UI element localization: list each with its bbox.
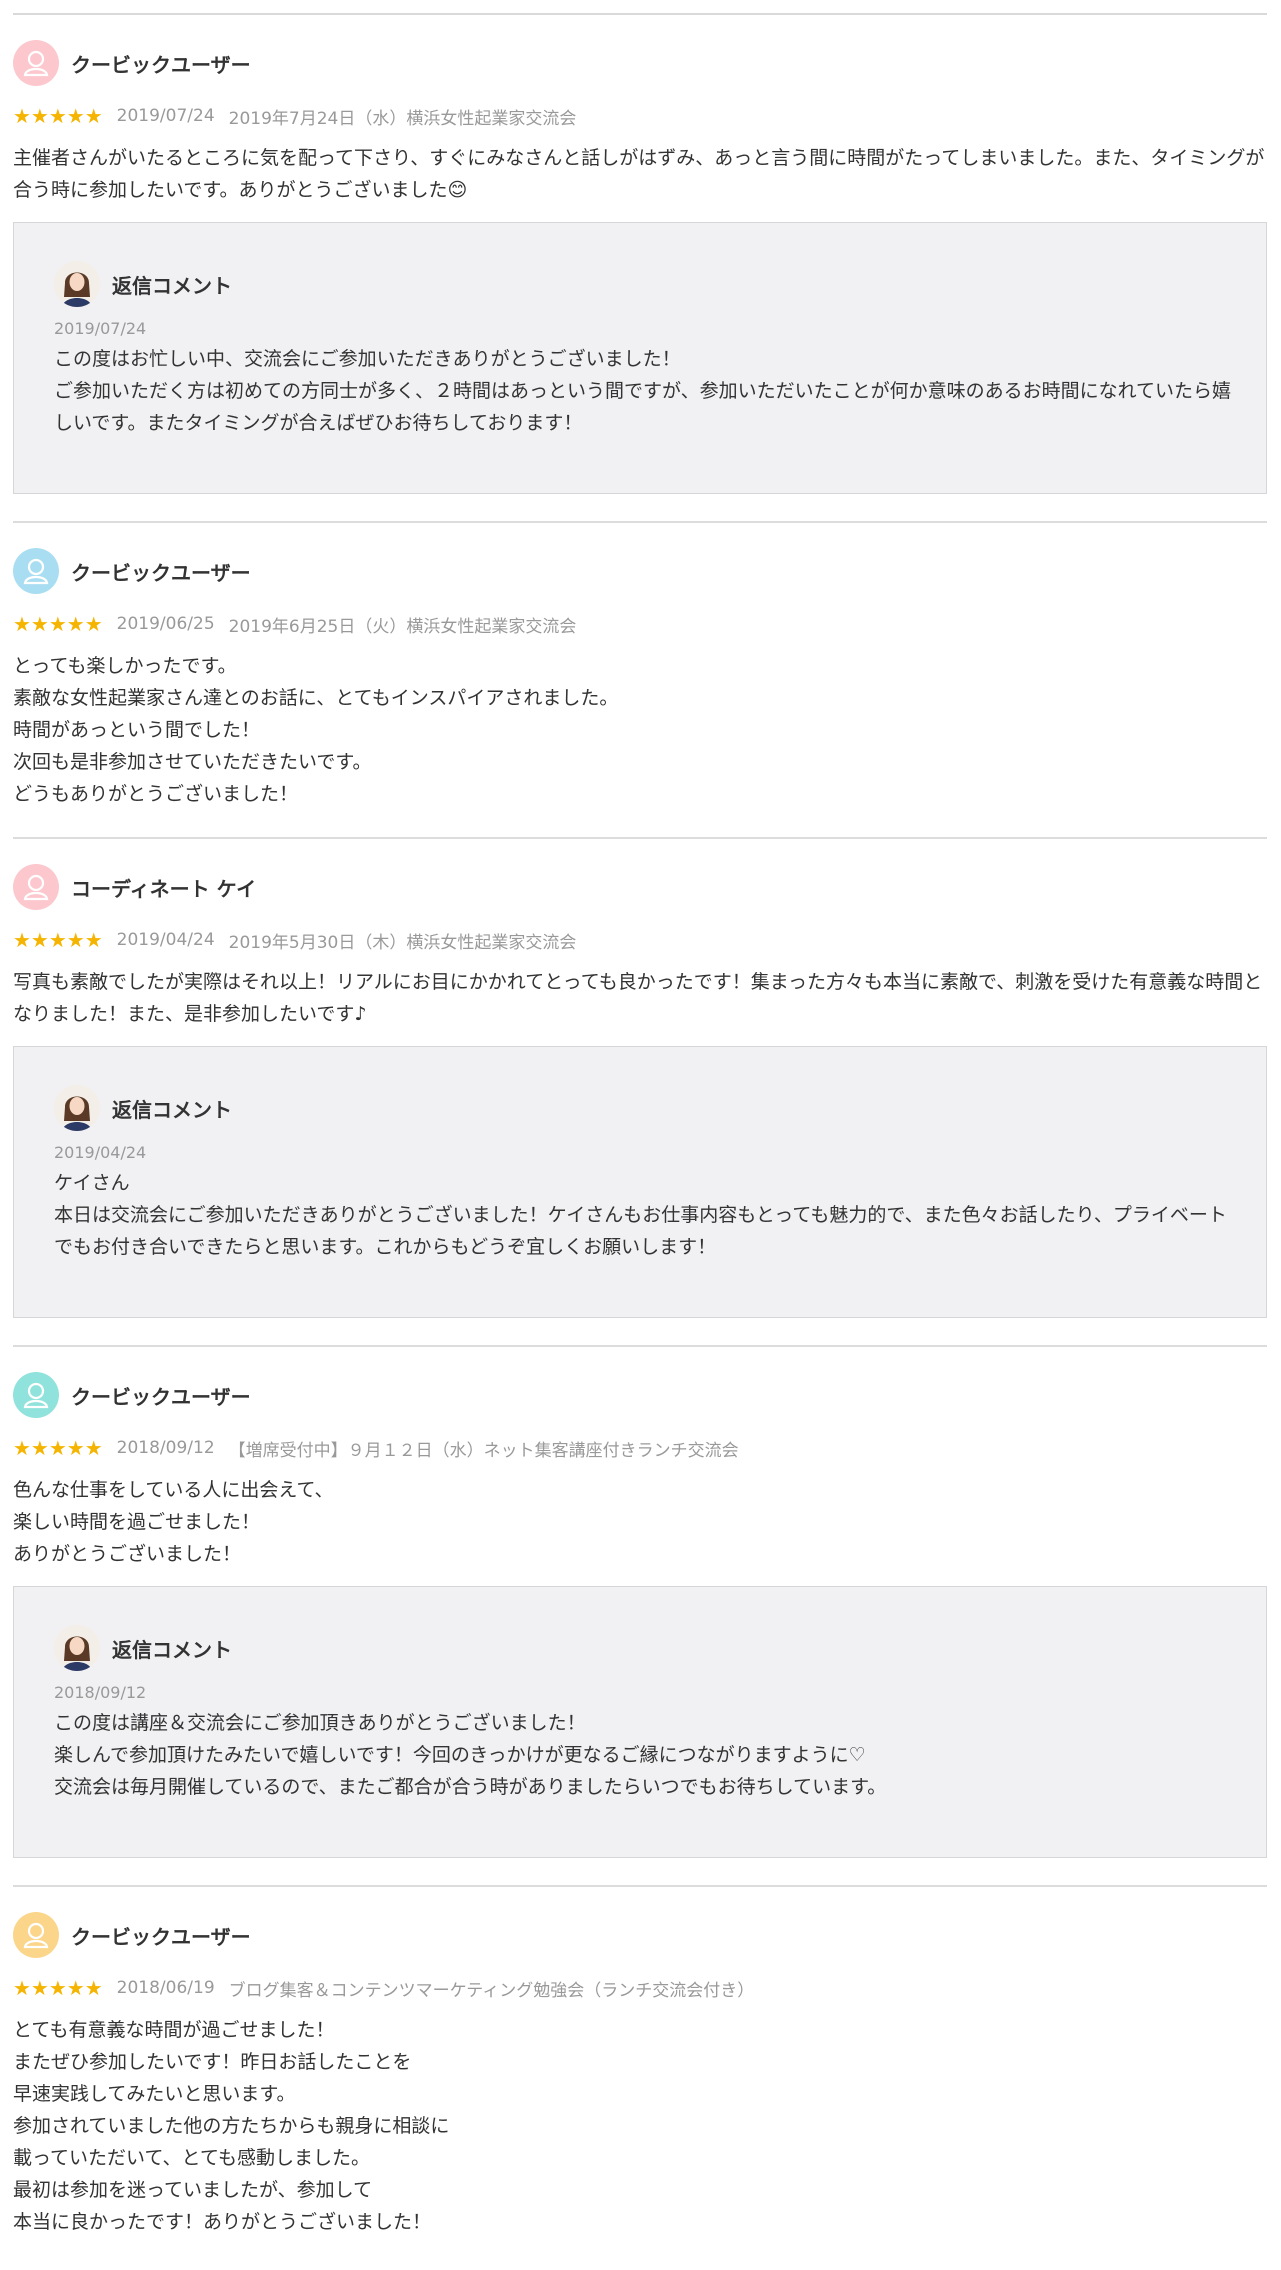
reply-date: 2019/04/24 bbox=[54, 1143, 147, 1162]
review-header: クービックユーザー bbox=[13, 40, 251, 86]
review-item: クービックユーザー ★★★★★ 2018/06/19 ブログ集客＆コンテンツマー… bbox=[13, 1912, 1267, 2270]
review-item: クービックユーザー ★★★★★ 2018/09/12 【増席受付中】９月１２日（… bbox=[13, 1372, 1267, 1862]
reply-header: 返信コメント bbox=[54, 1625, 232, 1671]
review-item: クービックユーザー ★★★★★ 2019/07/24 2019年7月24日（水）… bbox=[13, 40, 1267, 500]
rating-stars: ★★★★★ bbox=[13, 1976, 103, 2000]
reviewer-name: クービックユーザー bbox=[71, 1924, 251, 1949]
reply-date: 2019/07/24 bbox=[54, 319, 147, 338]
review-meta: ★★★★★ 2019/07/24 2019年7月24日（水）横浜女性起業家交流会 bbox=[13, 104, 577, 129]
review-date: 2018/09/12 bbox=[116, 1438, 215, 1458]
review-header: クービックユーザー bbox=[13, 548, 251, 594]
review-item: コーディネート ケイ ★★★★★ 2019/04/24 2019年5月30日（木… bbox=[13, 864, 1267, 1324]
user-avatar-icon bbox=[13, 40, 59, 86]
reply-header: 返信コメント bbox=[54, 261, 232, 307]
review-date: 2018/06/19 bbox=[116, 1978, 215, 1998]
event-name: 2019年5月30日（木）横浜女性起業家交流会 bbox=[228, 932, 577, 953]
review-text: 写真も素敵でしたが実際はそれ以上！リアルにお目にかかれてとっても良かったです！集… bbox=[13, 971, 1263, 1025]
review-divider bbox=[13, 837, 1267, 839]
reply-box: 返信コメント 2018/09/12 この度は講座＆交流会にご参加頂きありがとうご… bbox=[13, 1586, 1267, 1858]
rating-stars: ★★★★★ bbox=[13, 104, 103, 128]
reviewer-name: クービックユーザー bbox=[71, 1384, 251, 1409]
review-divider bbox=[13, 521, 1267, 523]
review-header: クービックユーザー bbox=[13, 1372, 251, 1418]
reply-text: この度は講座＆交流会にご参加頂きありがとうございました！ 楽しんで参加頂けたみた… bbox=[54, 1712, 887, 1798]
rating-stars: ★★★★★ bbox=[13, 928, 103, 952]
staff-avatar-icon bbox=[54, 1625, 100, 1671]
reviewer-name: コーディネート ケイ bbox=[71, 876, 257, 901]
reply-box: 返信コメント 2019/04/24 ケイさん 本日は交流会にご参加いただきありが… bbox=[13, 1046, 1267, 1318]
staff-avatar-icon bbox=[54, 261, 100, 307]
event-name: 2019年6月25日（火）横浜女性起業家交流会 bbox=[228, 616, 577, 637]
reply-date: 2018/09/12 bbox=[54, 1683, 147, 1702]
review-date: 2019/04/24 bbox=[116, 930, 215, 950]
review-divider bbox=[13, 1345, 1267, 1347]
reviewer-name: クービックユーザー bbox=[71, 52, 251, 77]
staff-avatar-icon bbox=[54, 1085, 100, 1131]
review-meta: ★★★★★ 2019/04/24 2019年5月30日（木）横浜女性起業家交流会 bbox=[13, 928, 577, 953]
review-text: とっても楽しかったです。 素敵な女性起業家さん達とのお話に、とてもインスパイアさ… bbox=[13, 655, 619, 805]
rating-stars: ★★★★★ bbox=[13, 612, 103, 636]
rating-stars: ★★★★★ bbox=[13, 1436, 103, 1460]
reviewer-name: クービックユーザー bbox=[71, 560, 251, 585]
review-meta: ★★★★★ 2018/09/12 【増席受付中】９月１２日（水）ネット集客講座付… bbox=[13, 1436, 739, 1461]
review-header: クービックユーザー bbox=[13, 1912, 251, 1958]
event-name: 【増席受付中】９月１２日（水）ネット集客講座付きランチ交流会 bbox=[228, 1440, 739, 1461]
user-avatar-icon bbox=[13, 1912, 59, 1958]
user-avatar-icon bbox=[13, 864, 59, 910]
reply-box: 返信コメント 2019/07/24 この度はお忙しい中、交流会にご参加いただきあ… bbox=[13, 222, 1267, 494]
reply-title: 返信コメント bbox=[112, 1097, 232, 1122]
top-divider bbox=[13, 13, 1267, 15]
reply-title: 返信コメント bbox=[112, 1637, 232, 1662]
review-date: 2019/07/24 bbox=[116, 106, 215, 126]
reply-header: 返信コメント bbox=[54, 1085, 232, 1131]
review-text: 色んな仕事をしている人に出会えて、 楽しい時間を過ごせました！ ありがとうござい… bbox=[13, 1479, 334, 1565]
review-divider bbox=[13, 1885, 1267, 1887]
review-header: コーディネート ケイ bbox=[13, 864, 256, 910]
event-name: ブログ集客＆コンテンツマーケティング勉強会（ランチ交流会付き） bbox=[228, 1980, 755, 2001]
review-text: 主催者さんがいたるところに気を配って下さり、すぐにみなさんと話しがはずみ、あっと… bbox=[13, 147, 1265, 201]
review-meta: ★★★★★ 2019/06/25 2019年6月25日（火）横浜女性起業家交流会 bbox=[13, 612, 577, 637]
reply-text: ケイさん 本日は交流会にご参加いただきありがとうございました！ケイさんもお仕事内… bbox=[54, 1172, 1227, 1258]
user-avatar-icon bbox=[13, 1372, 59, 1418]
reply-text: この度はお忙しい中、交流会にご参加いただきありがとうございました！ ご参加いただ… bbox=[54, 348, 1232, 434]
review-date: 2019/06/25 bbox=[116, 614, 215, 634]
review-meta: ★★★★★ 2018/06/19 ブログ集客＆コンテンツマーケティング勉強会（ラ… bbox=[13, 1976, 755, 2001]
review-text: とても有意義な時間が過ごせました！ またぜひ参加したいです！昨日お話したことを … bbox=[13, 2019, 450, 2233]
event-name: 2019年7月24日（水）横浜女性起業家交流会 bbox=[228, 108, 577, 129]
user-avatar-icon bbox=[13, 548, 59, 594]
reply-title: 返信コメント bbox=[112, 273, 232, 298]
review-item: クービックユーザー ★★★★★ 2019/06/25 2019年6月25日（火）… bbox=[13, 548, 1267, 818]
